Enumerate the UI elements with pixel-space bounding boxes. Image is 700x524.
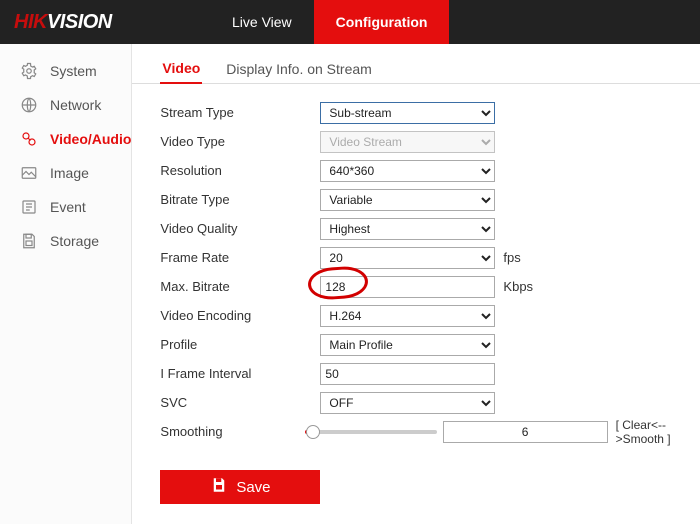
label-video-type: Video Type xyxy=(160,134,320,149)
sidebar: System Network Video/Audio Image Event xyxy=(0,44,132,524)
select-video-encoding[interactable]: H.264 xyxy=(320,305,495,327)
storage-icon xyxy=(20,232,38,250)
select-frame-rate[interactable]: 20 xyxy=(320,247,495,269)
sidebar-item-label: Video/Audio xyxy=(50,131,131,147)
select-bitrate-type[interactable]: Variable xyxy=(320,189,495,211)
save-icon xyxy=(210,476,228,498)
select-video-quality[interactable]: Highest xyxy=(320,218,495,240)
label-video-quality: Video Quality xyxy=(160,221,320,236)
label-video-encoding: Video Encoding xyxy=(160,308,320,323)
save-button-label: Save xyxy=(236,479,270,496)
unit-fps: fps xyxy=(503,250,520,265)
save-button[interactable]: Save xyxy=(160,470,320,504)
logo-vision: VISION xyxy=(47,11,112,34)
video-audio-icon xyxy=(20,130,38,148)
smoothing-slider[interactable] xyxy=(305,430,436,434)
event-icon xyxy=(20,198,38,216)
logo: HIKVISION xyxy=(0,0,210,44)
logo-hik: HIK xyxy=(14,11,47,34)
slider-knob[interactable] xyxy=(306,425,320,439)
smoothing-value[interactable] xyxy=(443,421,608,443)
sidebar-item-image[interactable]: Image xyxy=(0,156,131,190)
label-smoothing: Smoothing xyxy=(160,424,305,439)
sidebar-item-label: Network xyxy=(50,97,101,113)
content: Video Display Info. on Stream Stream Typ… xyxy=(132,44,700,524)
sidebar-item-video-audio[interactable]: Video/Audio xyxy=(0,122,131,156)
tab-display-info[interactable]: Display Info. on Stream xyxy=(224,55,374,83)
topnav-configuration[interactable]: Configuration xyxy=(314,0,450,44)
select-stream-type[interactable]: Sub-stream xyxy=(320,102,495,124)
sidebar-item-event[interactable]: Event xyxy=(0,190,131,224)
image-icon xyxy=(20,164,38,182)
sidebar-item-label: System xyxy=(50,63,97,79)
input-max-bitrate[interactable] xyxy=(320,276,495,298)
sidebar-item-label: Event xyxy=(50,199,86,215)
select-profile[interactable]: Main Profile xyxy=(320,334,495,356)
label-svc: SVC xyxy=(160,395,320,410)
sidebar-item-label: Storage xyxy=(50,233,99,249)
topnav-live-view[interactable]: Live View xyxy=(210,0,314,44)
label-frame-rate: Frame Rate xyxy=(160,250,320,265)
label-max-bitrate: Max. Bitrate xyxy=(160,279,320,294)
gear-icon xyxy=(20,62,38,80)
tab-video[interactable]: Video xyxy=(160,54,202,84)
layout: System Network Video/Audio Image Event xyxy=(0,44,700,524)
label-resolution: Resolution xyxy=(160,163,320,178)
label-bitrate-type: Bitrate Type xyxy=(160,192,320,207)
video-form: Stream Type Sub-stream Video Type Video … xyxy=(132,84,700,504)
select-resolution[interactable]: 640*360 xyxy=(320,160,495,182)
topbar: HIKVISION Live View Configuration xyxy=(0,0,700,44)
label-stream-type: Stream Type xyxy=(160,105,320,120)
label-iframe: I Frame Interval xyxy=(160,366,320,381)
topnav: Live View Configuration xyxy=(210,0,449,44)
select-svc[interactable]: OFF xyxy=(320,392,495,414)
tabs: Video Display Info. on Stream xyxy=(132,44,700,84)
sidebar-item-label: Image xyxy=(50,165,89,181)
globe-icon xyxy=(20,96,38,114)
input-iframe[interactable] xyxy=(320,363,495,385)
smoothing-hint: [ Clear<-->Smooth ] xyxy=(616,418,700,446)
unit-kbps: Kbps xyxy=(503,279,533,294)
sidebar-item-system[interactable]: System xyxy=(0,54,131,88)
label-profile: Profile xyxy=(160,337,320,352)
sidebar-item-network[interactable]: Network xyxy=(0,88,131,122)
sidebar-item-storage[interactable]: Storage xyxy=(0,224,131,258)
select-video-type: Video Stream xyxy=(320,131,495,153)
